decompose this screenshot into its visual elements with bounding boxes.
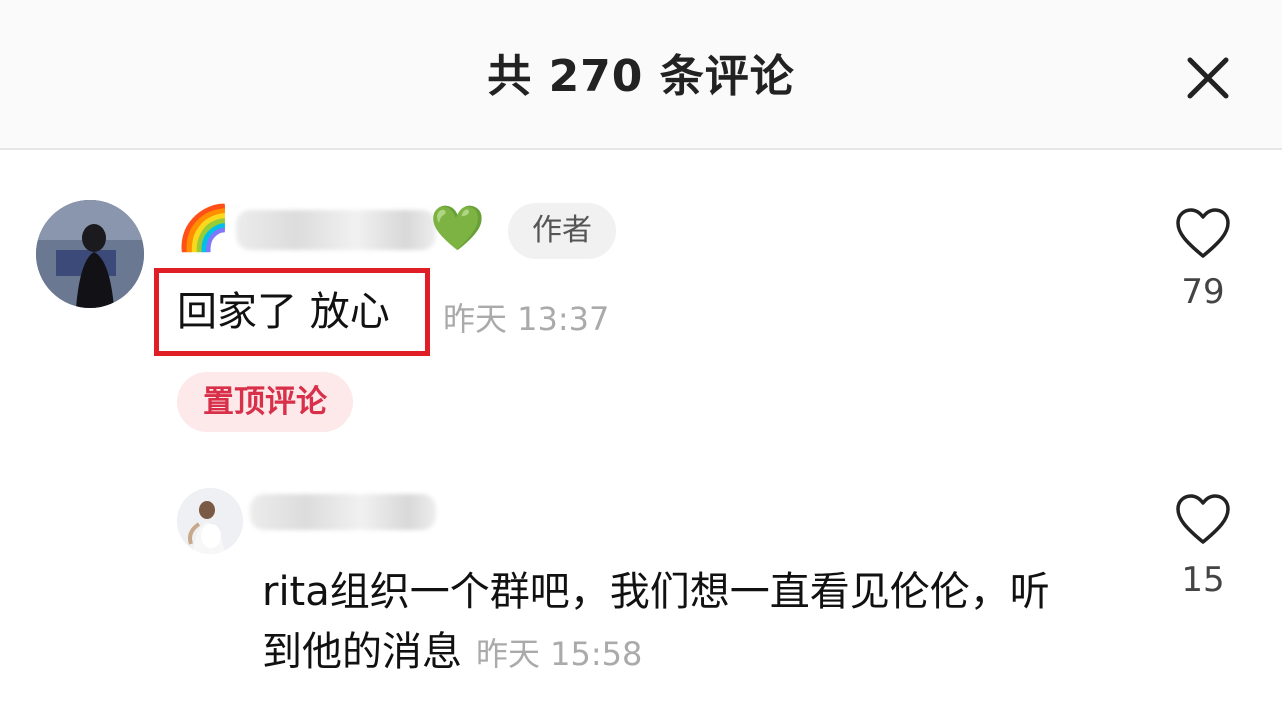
close-button[interactable]	[1180, 50, 1236, 106]
blurred-reply-username[interactable]	[250, 494, 436, 530]
highlight-box	[154, 268, 430, 356]
pinned-comment-tag: 置顶评论	[177, 372, 353, 432]
comments-header: 共 270 条评论	[0, 0, 1282, 148]
green-heart-icon: 💚	[430, 203, 485, 254]
author-badge: 作者	[508, 203, 616, 259]
reply-like-button[interactable]	[1174, 492, 1232, 546]
header-divider	[0, 148, 1282, 150]
avatar[interactable]	[36, 200, 144, 308]
reply-text: rita组织一个群吧，我们想一直看见伦伦，听到他的消息 昨天 15:58	[262, 562, 1082, 684]
heart-icon	[1176, 208, 1230, 258]
comment-time: 昨天 13:37	[443, 300, 610, 338]
rainbow-icon: 🌈	[176, 203, 231, 254]
comments-count-title: 共 270 条评论	[487, 51, 795, 102]
close-icon	[1187, 57, 1229, 99]
reply-like-count: 15	[1181, 560, 1225, 600]
reply-text-body: rita组织一个群吧，我们想一直看见伦伦，听到他的消息	[262, 569, 1050, 675]
like-button[interactable]	[1174, 206, 1232, 260]
reply-avatar[interactable]	[177, 488, 243, 554]
heart-icon	[1176, 494, 1230, 544]
like-count: 79	[1181, 272, 1225, 312]
blurred-username	[236, 210, 436, 250]
reply-time: 昨天 15:58	[476, 635, 643, 673]
